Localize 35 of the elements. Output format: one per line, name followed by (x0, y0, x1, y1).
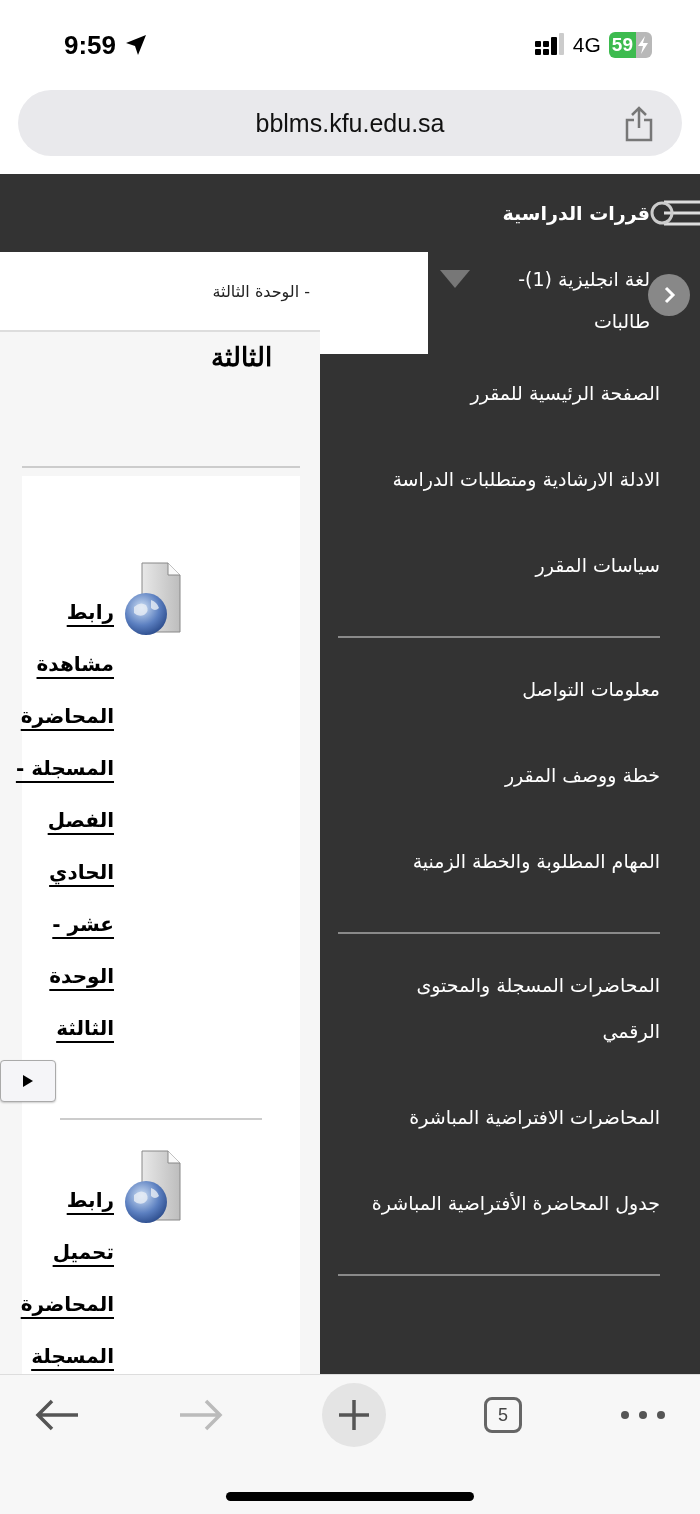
course-title: لغة انجليزية (1)- طالبات (517, 267, 650, 334)
menu-item[interactable]: المهام المطلوبة والخطة الزمنية (368, 818, 660, 904)
location-arrow-icon (124, 33, 149, 57)
menu-item[interactable]: سياسات المقرر (368, 522, 660, 608)
breadcrumb-text[interactable]: - الوحدة الثالثة (212, 281, 310, 301)
address-bar[interactable]: bblms.kfu.edu.sa (18, 90, 682, 156)
share-icon[interactable] (624, 106, 654, 142)
web-document-icon (124, 562, 181, 637)
web-document-icon (124, 1150, 181, 1225)
header-title: قررات الدراسية (502, 202, 650, 224)
menu-item[interactable]: جدول المحاضرة الأفتراضية المباشرة (368, 1160, 660, 1246)
menu-icon[interactable] (650, 198, 700, 228)
more-button[interactable] (620, 1410, 666, 1420)
tabs-button[interactable]: 5 (484, 1397, 522, 1433)
plus-icon (337, 1398, 371, 1432)
menu-item[interactable]: المحاضرات المسجلة والمحتوى الرقمي (368, 942, 660, 1074)
chevron-right-icon[interactable] (648, 274, 690, 316)
lecture-link[interactable]: رابط مشاهدة المحاضرة المسجلة - الفصل الحادي عشر - الوحدة الثالثة (10, 586, 114, 1054)
dropdown-caret-icon[interactable] (440, 270, 470, 288)
menu-item[interactable]: الادلة الارشادية ومتطلبات الدراسة (368, 436, 660, 522)
network-label: 4G (572, 33, 601, 57)
menu-item[interactable]: الصفحة الرئيسية للمقرر (368, 350, 660, 436)
more-icon (620, 1410, 666, 1420)
signal-icon (534, 33, 565, 57)
back-button[interactable] (34, 1397, 80, 1433)
menu-item[interactable]: خطة ووصف المقرر (368, 732, 660, 818)
lecture-link[interactable]: رابط تحميل المحاضرة المسجلة (10, 1174, 114, 1374)
forward-arrow-icon (178, 1397, 224, 1433)
back-arrow-icon (34, 1397, 80, 1433)
menu-item[interactable]: معلومات التواصل (368, 646, 660, 732)
play-button[interactable] (0, 1060, 56, 1102)
page-heading: الثالثة (211, 342, 272, 372)
menu-item[interactable]: المحاضرات الافتراضية المباشرة (368, 1074, 660, 1160)
play-icon (22, 1074, 34, 1088)
clock-time: 9:59 (64, 29, 117, 61)
